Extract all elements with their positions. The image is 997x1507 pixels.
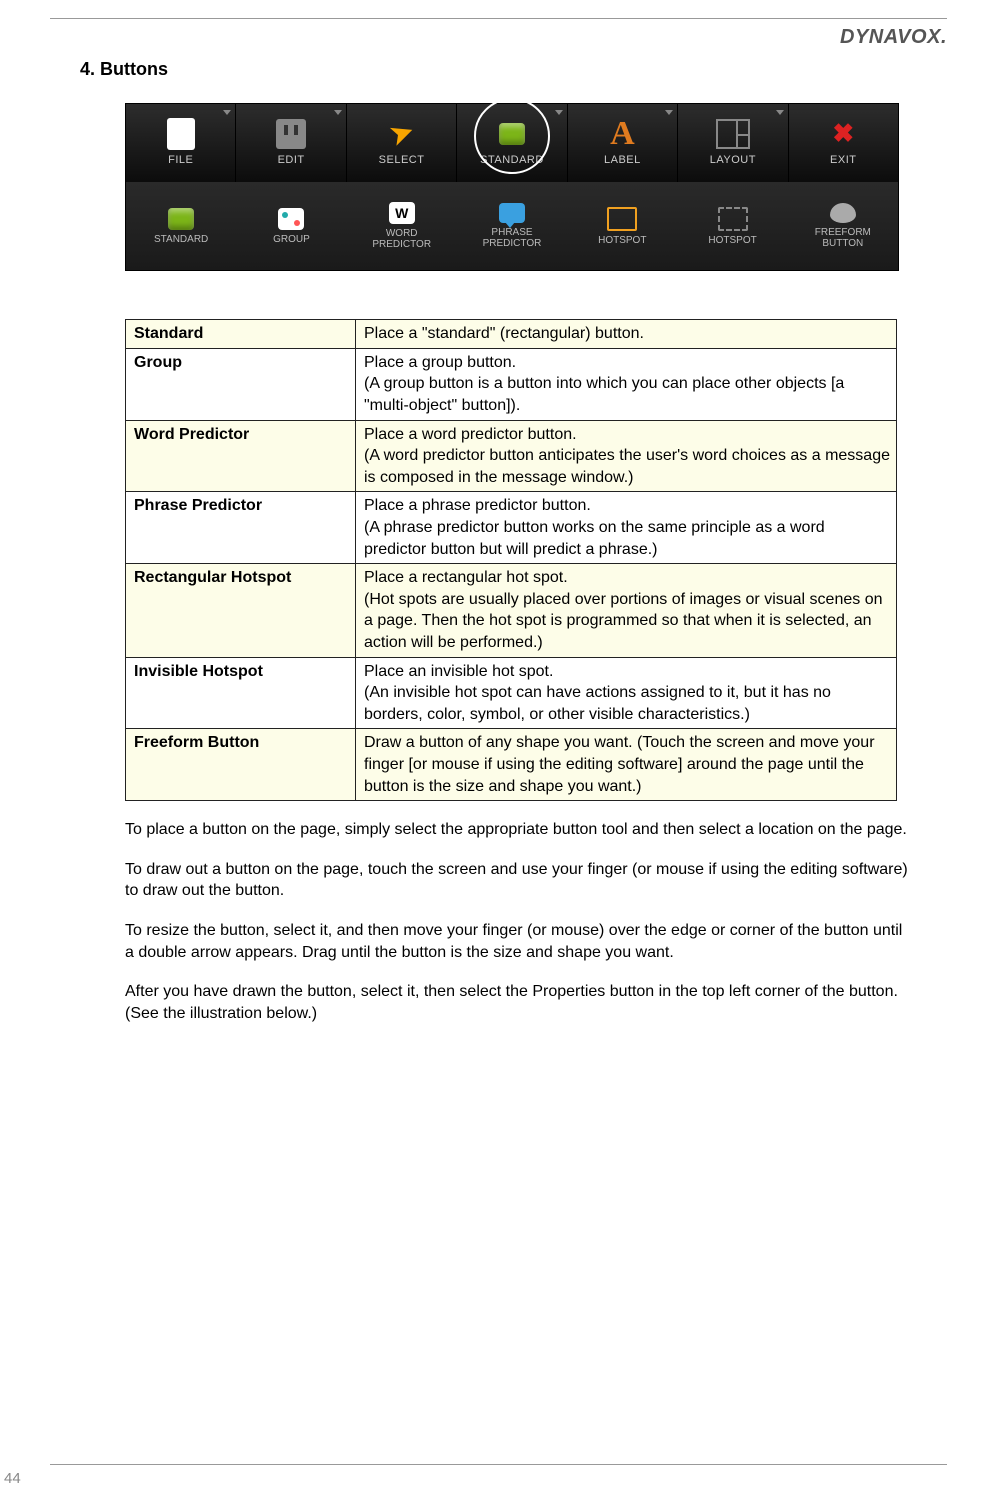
header-rule bbox=[50, 18, 947, 19]
edit-icon bbox=[276, 119, 306, 149]
toolbar-select[interactable]: ➤ SELECT bbox=[347, 104, 457, 182]
cursor-icon: ➤ bbox=[380, 114, 422, 154]
definition-desc: Place a "standard" (rectangular) button. bbox=[356, 320, 897, 349]
highlight-circle bbox=[474, 98, 550, 174]
definition-term: Standard bbox=[126, 320, 356, 349]
table-row: Phrase PredictorPlace a phrase predictor… bbox=[126, 492, 897, 564]
toolbar-layout-label: LAYOUT bbox=[710, 153, 756, 168]
hotspot-rect-icon bbox=[607, 207, 637, 231]
phrase-predictor-icon bbox=[499, 203, 525, 223]
body-paragraph: To place a button on the page, simply se… bbox=[125, 819, 910, 841]
definition-term: Rectangular Hotspot bbox=[126, 564, 356, 657]
toolbar-select-label: SELECT bbox=[379, 153, 425, 168]
definition-desc: Draw a button of any shape you want. (To… bbox=[356, 729, 897, 801]
definition-desc: Place a rectangular hot spot.(Hot spots … bbox=[356, 564, 897, 657]
body-paragraph: To draw out a button on the page, touch … bbox=[125, 859, 910, 902]
chevron-down-icon bbox=[665, 110, 673, 115]
sub-hotspot-rect[interactable]: HOTSPOT bbox=[567, 207, 677, 246]
definition-term: Freeform Button bbox=[126, 729, 356, 801]
label-icon: A bbox=[605, 119, 639, 149]
definition-term: Phrase Predictor bbox=[126, 492, 356, 564]
toolbar-screenshot: FILE EDIT ➤ SELECT STANDARD bbox=[125, 103, 899, 271]
brand-logo: DYNAVOX. bbox=[840, 24, 947, 51]
body-paragraph: After you have drawn the button, select … bbox=[125, 981, 910, 1024]
sub-standard[interactable]: STANDARD bbox=[126, 208, 236, 245]
sub-group-label: GROUP bbox=[273, 234, 310, 245]
toolbar-label-label: LABEL bbox=[604, 153, 641, 168]
definition-term: Invisible Hotspot bbox=[126, 657, 356, 729]
chevron-down-icon bbox=[223, 110, 231, 115]
sub-hotspot-inv[interactable]: HOTSPOT bbox=[677, 207, 787, 246]
definition-desc: Place an invisible hot spot.(An invisibl… bbox=[356, 657, 897, 729]
toolbar-edit[interactable]: EDIT bbox=[236, 104, 346, 182]
sub-word-predictor-label: WORDPREDICTOR bbox=[372, 228, 431, 250]
toolbar-row-main: FILE EDIT ➤ SELECT STANDARD bbox=[126, 104, 898, 182]
hotspot-invisible-icon bbox=[718, 207, 748, 231]
definition-desc: Place a phrase predictor button.(A phras… bbox=[356, 492, 897, 564]
table-row: Freeform ButtonDraw a button of any shap… bbox=[126, 729, 897, 801]
table-row: Invisible HotspotPlace an invisible hot … bbox=[126, 657, 897, 729]
toolbar-file-label: FILE bbox=[168, 153, 193, 168]
toolbar-edit-label: EDIT bbox=[278, 153, 305, 168]
definition-desc: Place a group button.(A group button is … bbox=[356, 348, 897, 420]
footer-rule bbox=[50, 1464, 947, 1465]
table-row: GroupPlace a group button.(A group butto… bbox=[126, 348, 897, 420]
sub-word-predictor[interactable]: W WORDPREDICTOR bbox=[347, 202, 457, 250]
toolbar-file[interactable]: FILE bbox=[126, 104, 236, 182]
sub-freeform-label: FREEFORMBUTTON bbox=[815, 227, 871, 249]
sub-phrase-predictor-label: PHRASEPREDICTOR bbox=[483, 227, 542, 249]
table-row: Rectangular HotspotPlace a rectangular h… bbox=[126, 564, 897, 657]
chevron-down-icon bbox=[776, 110, 784, 115]
definitions-table: StandardPlace a "standard" (rectangular)… bbox=[125, 319, 897, 801]
toolbar-exit[interactable]: ✖ EXIT bbox=[789, 104, 898, 182]
sub-phrase-predictor[interactable]: PHRASEPREDICTOR bbox=[457, 203, 567, 249]
section-title: 4. Buttons bbox=[80, 57, 947, 81]
sub-freeform[interactable]: FREEFORMBUTTON bbox=[788, 203, 898, 249]
layout-icon bbox=[716, 119, 750, 149]
toolbar-standard[interactable]: STANDARD bbox=[457, 104, 567, 182]
definition-desc: Place a word predictor button.(A word pr… bbox=[356, 420, 897, 492]
word-predictor-icon: W bbox=[389, 202, 415, 224]
toolbar-layout[interactable]: LAYOUT bbox=[678, 104, 788, 182]
freeform-icon bbox=[830, 203, 856, 223]
body-paragraph: To resize the button, select it, and the… bbox=[125, 920, 910, 963]
standard-button-icon bbox=[168, 208, 194, 230]
sub-hotspot-rect-label: HOTSPOT bbox=[598, 235, 646, 246]
page-number: 44 bbox=[4, 1469, 21, 1489]
toolbar-label[interactable]: A LABEL bbox=[568, 104, 678, 182]
definition-term: Word Predictor bbox=[126, 420, 356, 492]
chevron-down-icon bbox=[334, 110, 342, 115]
toolbar-row-sub: STANDARD GROUP W WORDPREDICTOR PHRASEPRE… bbox=[126, 182, 898, 270]
file-icon bbox=[167, 118, 195, 150]
group-icon bbox=[278, 208, 304, 230]
definition-term: Group bbox=[126, 348, 356, 420]
sub-group[interactable]: GROUP bbox=[236, 208, 346, 245]
sub-hotspot-inv-label: HOTSPOT bbox=[708, 235, 756, 246]
sub-standard-label: STANDARD bbox=[154, 234, 208, 245]
table-row: StandardPlace a "standard" (rectangular)… bbox=[126, 320, 897, 349]
close-icon: ✖ bbox=[826, 119, 860, 149]
table-row: Word PredictorPlace a word predictor but… bbox=[126, 420, 897, 492]
chevron-down-icon bbox=[555, 110, 563, 115]
toolbar-exit-label: EXIT bbox=[830, 153, 856, 168]
